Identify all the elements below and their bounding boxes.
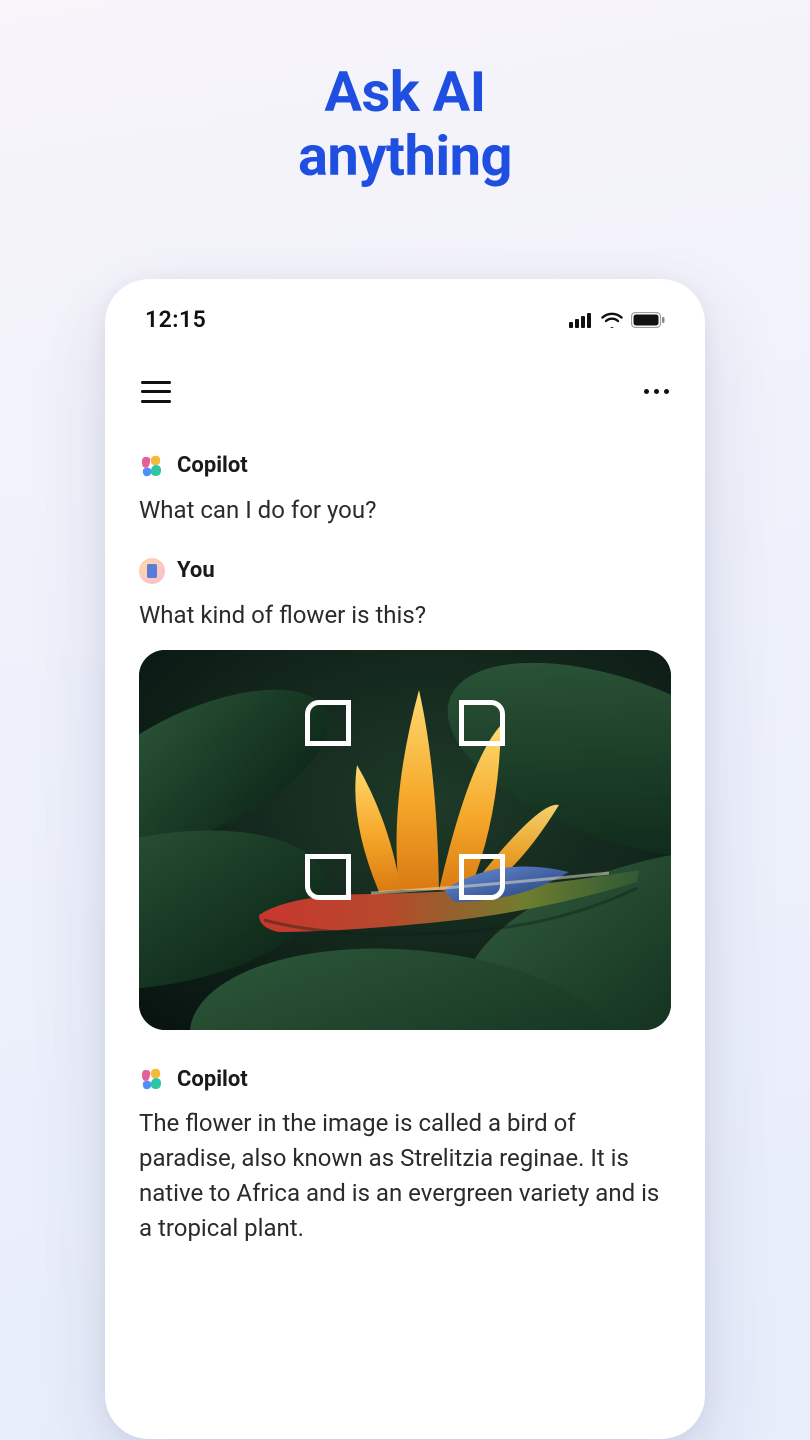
user-avatar-icon (139, 558, 165, 584)
message-header: Copilot (139, 453, 671, 479)
sender-name: Copilot (177, 1067, 248, 1092)
message-you: You What kind of flower is this? (139, 558, 671, 1031)
more-options-button[interactable] (644, 389, 669, 394)
battery-icon (631, 312, 665, 328)
more-icon (644, 389, 649, 394)
hamburger-icon (141, 381, 171, 384)
copilot-logo-icon (139, 1066, 165, 1092)
promo-page: Ask AI anything 12:15 (0, 0, 810, 1440)
status-time: 12:15 (145, 306, 206, 333)
sender-name: Copilot (177, 453, 248, 478)
message-header: Copilot (139, 1066, 671, 1092)
message-header: You (139, 558, 671, 584)
app-top-bar (139, 377, 671, 407)
cellular-signal-icon (569, 312, 593, 328)
message-copilot: Copilot What can I do for you? (139, 453, 671, 528)
phone-mockup: 12:15 (105, 279, 705, 1439)
chat-thread: Copilot What can I do for you? You What … (139, 453, 671, 1246)
headline: Ask AI anything (298, 60, 512, 189)
message-text: What can I do for you? (139, 493, 671, 528)
message-text: The flower in the image is called a bird… (139, 1106, 671, 1245)
image-attachment[interactable] (139, 650, 671, 1030)
copilot-logo-icon (139, 453, 165, 479)
wifi-icon (601, 312, 623, 328)
menu-button[interactable] (141, 381, 171, 403)
headline-line2: anything (298, 124, 512, 188)
message-copilot: Copilot The flower in the image is calle… (139, 1066, 671, 1245)
message-text: What kind of flower is this? (139, 598, 671, 633)
status-bar: 12:15 (139, 307, 671, 333)
sender-name: You (177, 558, 215, 583)
status-icons (569, 312, 665, 328)
headline-line1: Ask AI (298, 60, 512, 124)
